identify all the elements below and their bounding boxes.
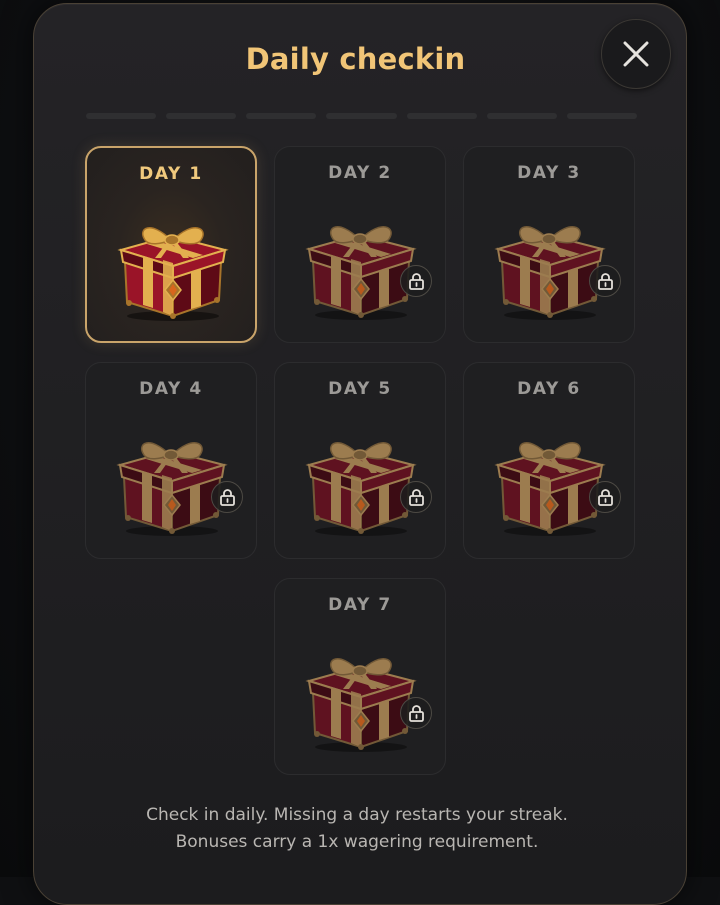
lock-icon [589,481,621,513]
day-card-2[interactable]: DAY 2 [274,146,446,343]
day-card-4[interactable]: DAY 4 [85,362,257,559]
day-card-5[interactable]: DAY 5 [274,362,446,559]
progress-segment [566,113,637,119]
day-label: DAY 2 [328,163,392,183]
progress-segment [166,113,237,119]
footer-line-2: Bonuses carry a 1x wagering requirement. [175,832,539,852]
lock-icon [400,697,432,729]
close-button[interactable] [601,19,671,89]
footer-note: Check in daily. Missing a day restarts y… [28,802,686,856]
close-icon [623,41,649,67]
day-card-6[interactable]: DAY 6 [463,362,635,559]
day-label: DAY 6 [517,379,581,399]
gift-box-icon [299,631,423,755]
day-label: DAY 1 [139,164,203,184]
progress-segment [406,113,477,119]
gift-box-icon [488,415,612,539]
gift-box-icon [299,415,423,539]
day-label: DAY 4 [139,379,203,399]
day-label: DAY 5 [328,379,392,399]
streak-progress [86,113,637,119]
day-card-3[interactable]: DAY 3 [463,146,635,343]
progress-segment [326,113,397,119]
progress-segment [246,113,317,119]
day-card-7[interactable]: DAY 7 [274,578,446,775]
footer-line-1: Check in daily. Missing a day restarts y… [146,805,568,825]
day-label: DAY 3 [517,163,581,183]
gift-box-icon [110,415,234,539]
day-label: DAY 7 [328,595,392,615]
modal-title: Daily checkin [245,42,466,76]
progress-segment [86,113,157,119]
lock-icon [400,481,432,513]
gift-box-icon [488,199,612,323]
lock-icon [589,265,621,297]
daily-checkin-modal: Daily checkin DAY 1 DAY 2 DAY 3 DAY 4 DA… [33,3,687,905]
gift-box-icon [111,200,235,324]
progress-segment [486,113,557,119]
gift-box-icon [299,199,423,323]
day-card-1[interactable]: DAY 1 [85,146,257,343]
lock-icon [400,265,432,297]
lock-icon [211,481,243,513]
